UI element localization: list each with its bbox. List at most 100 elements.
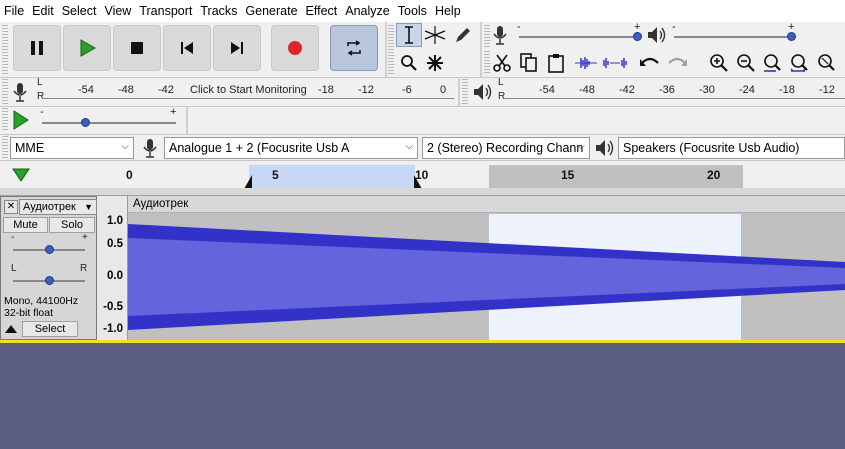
play-at-speed-button[interactable] <box>12 110 30 133</box>
redo-button[interactable] <box>664 51 690 75</box>
menu-generate[interactable]: Generate <box>241 4 301 18</box>
record-meter-grip[interactable] <box>2 79 8 105</box>
menu-tracks[interactable]: Tracks <box>196 4 241 18</box>
audio-host-value: MME <box>15 141 45 155</box>
multi-tool[interactable] <box>422 51 448 75</box>
menu-file[interactable]: File <box>0 4 28 18</box>
collapse-track-button[interactable] <box>5 323 17 337</box>
menu-bar: File Edit Select View Transport Tracks G… <box>0 0 845 22</box>
record-volume-thumb[interactable] <box>633 32 642 41</box>
speaker-icon <box>594 138 614 161</box>
play-meter-baseline <box>505 98 845 99</box>
pan-left-label: L <box>11 263 17 274</box>
playback-device-select[interactable]: Speakers (Focusrite Usb Audio) <box>618 137 845 159</box>
track-control-panel[interactable]: ✕ Аудиотрек ▼ Mute Solo - + L R Mono, 44… <box>0 196 97 340</box>
skip-to-start-button[interactable] <box>163 25 211 71</box>
stop-icon <box>131 42 143 54</box>
play-speed-max: + <box>170 106 177 118</box>
toolbar-row-divider <box>0 106 845 107</box>
audio-host-select[interactable]: MME ⌵ <box>10 137 134 159</box>
recording-channels-select[interactable]: 2 (Stereo) Recording Chann ⌵ <box>422 137 590 159</box>
menu-analyze[interactable]: Analyze <box>341 4 393 18</box>
track-select-button[interactable]: Select <box>22 321 78 337</box>
device-toolbar-grip[interactable] <box>2 136 8 160</box>
transport-toolbar-grip[interactable] <box>2 25 8 75</box>
pause-icon <box>31 41 43 55</box>
zoom-out-icon <box>737 54 755 72</box>
empty-track-area[interactable] <box>0 343 845 449</box>
play-speed-slider[interactable] <box>42 122 176 124</box>
menu-tools[interactable]: Tools <box>394 4 431 18</box>
fit-project-button[interactable] <box>787 51 813 75</box>
pause-button[interactable] <box>13 25 61 71</box>
meter-toolbar-grip[interactable] <box>484 25 490 47</box>
timeline-play-region[interactable] <box>489 165 743 189</box>
zoom-toggle-button[interactable] <box>814 51 840 75</box>
menu-help[interactable]: Help <box>431 4 465 18</box>
timeline-ruler[interactable]: 0 5 10 15 20 <box>0 160 845 189</box>
skip-start-icon <box>181 42 193 54</box>
play-meter-tick: -48 <box>579 84 595 96</box>
playback-volume-icon <box>646 25 666 48</box>
zoom-out-button[interactable] <box>733 51 759 75</box>
undo-button[interactable] <box>637 51 663 75</box>
zoom-tool[interactable] <box>396 51 422 75</box>
menu-effect[interactable]: Effect <box>302 4 342 18</box>
paste-button[interactable] <box>543 51 569 75</box>
skip-end-icon <box>231 42 243 54</box>
record-meter-icon[interactable] <box>12 82 28 105</box>
zoom-in-button[interactable] <box>706 51 732 75</box>
loop-button[interactable] <box>330 25 378 71</box>
play-speed-thumb[interactable] <box>81 118 90 127</box>
chevron-down-icon: ⌵ <box>121 141 129 152</box>
waveform-area[interactable]: Аудиотрек <box>128 196 845 340</box>
track-menu-button[interactable]: Аудиотрек ▼ <box>19 199 97 215</box>
record-meter-tick: -12 <box>358 84 374 96</box>
menu-view[interactable]: View <box>100 4 135 18</box>
record-meter-prompt[interactable]: Click to Start Monitoring <box>190 84 307 96</box>
menu-select[interactable]: Select <box>58 4 101 18</box>
draw-tool[interactable] <box>450 23 476 47</box>
envelope-tool[interactable] <box>422 23 448 47</box>
menu-transport[interactable]: Transport <box>135 4 196 18</box>
skip-to-end-button[interactable] <box>213 25 261 71</box>
trim-button[interactable] <box>572 51 600 75</box>
clip-title-bar[interactable]: Аудиотрек <box>128 196 845 213</box>
gain-thumb[interactable] <box>45 245 54 254</box>
play-meter-tick: -30 <box>699 84 715 96</box>
play-meter-grip[interactable] <box>462 79 468 105</box>
menu-edit[interactable]: Edit <box>28 4 58 18</box>
playback-device-value: Speakers (Focusrite Usb Audio) <box>623 141 800 155</box>
fit-selection-button[interactable] <box>760 51 786 75</box>
play-meter[interactable]: -54 -48 -42 -36 -30 -24 -18 -12 <box>505 84 845 98</box>
record-volume-slider[interactable] <box>519 36 639 38</box>
playback-volume-slider[interactable] <box>674 36 796 38</box>
pan-thumb[interactable] <box>45 276 54 285</box>
timeline-options-button[interactable] <box>12 167 30 186</box>
solo-button[interactable]: Solo <box>49 217 95 233</box>
undo-icon <box>640 57 659 66</box>
play-meter-icon[interactable] <box>472 82 492 105</box>
recording-device-select[interactable]: Analogue 1 + 2 (Focusrite Usb A ⌵ <box>164 137 418 159</box>
playback-volume-thumb[interactable] <box>787 32 796 41</box>
copy-button[interactable] <box>516 51 542 75</box>
play-meter-tick: -24 <box>739 84 755 96</box>
play-at-speed-grip[interactable] <box>2 108 8 132</box>
loop-icon <box>347 40 361 56</box>
play-meter-tick: -54 <box>539 84 555 96</box>
redo-icon <box>668 57 687 66</box>
cut-button[interactable] <box>489 51 515 75</box>
play-button[interactable] <box>63 25 111 71</box>
track-close-button[interactable]: ✕ <box>4 200 18 214</box>
tools-toolbar-grip[interactable] <box>388 25 394 75</box>
mute-button[interactable]: Mute <box>3 217 48 233</box>
stop-button[interactable] <box>113 25 161 71</box>
toolbar-separator <box>186 107 188 135</box>
record-button[interactable] <box>271 25 319 71</box>
selection-tool[interactable] <box>396 23 422 47</box>
chevron-down-icon: ⌵ <box>577 141 585 152</box>
copy-icon <box>520 53 537 72</box>
silence-button[interactable] <box>601 51 629 75</box>
record-meter[interactable]: -54 -48 -42 Click to Start Monitoring -1… <box>44 84 454 98</box>
amplitude-ruler[interactable]: 1.0 0.5 0.0 -0.5 -1.0 <box>97 196 128 340</box>
